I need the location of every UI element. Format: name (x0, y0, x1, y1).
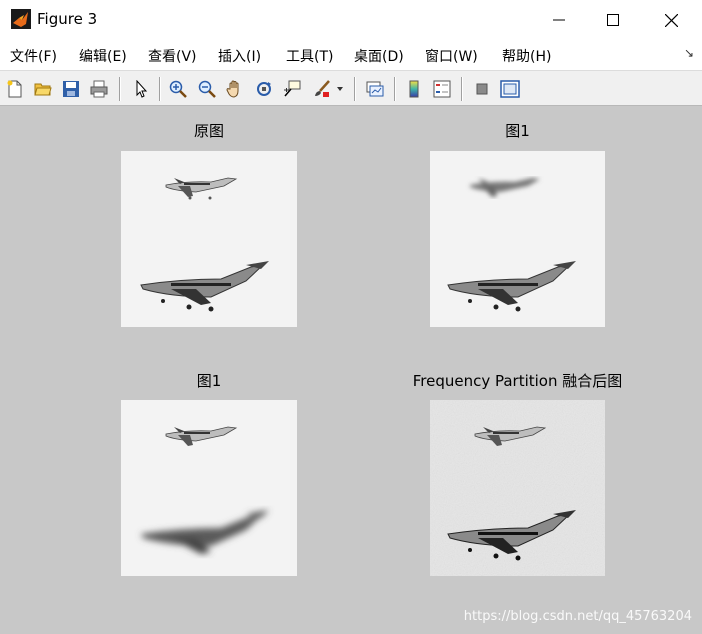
show-plot-tools-button[interactable] (499, 78, 521, 100)
menu-overflow-icon[interactable]: ↘ (684, 46, 694, 60)
toolbar-separator (119, 77, 121, 101)
subplot-title-focus-bottom: 图1 (505, 122, 530, 140)
subplot-original-image (121, 151, 297, 327)
brush-dropdown-button[interactable] (334, 78, 346, 100)
zoom-in-icon (169, 80, 187, 98)
data-cursor-button[interactable] (281, 78, 303, 100)
window-title: Figure 3 (37, 10, 98, 28)
brush-icon (315, 80, 330, 97)
pan-hand-icon (226, 80, 239, 98)
print-icon (90, 80, 108, 98)
new-figure-button[interactable] (4, 78, 26, 100)
menu-file[interactable]: 文件(F) (10, 46, 57, 66)
colorbar-icon (409, 80, 419, 98)
brush-dropdown-icon (337, 87, 343, 91)
rotate-3d-icon (257, 82, 271, 96)
subplot-fused-image (430, 400, 605, 576)
menu-desktop[interactable]: 桌面(D) (354, 46, 404, 66)
maximize-button[interactable] (590, 0, 636, 40)
zoom-in-button[interactable] (167, 78, 189, 100)
watermark-text: https://blog.csdn.net/qq_45763204 (463, 609, 692, 624)
open-file-button[interactable] (32, 78, 54, 100)
figure-canvas: 原图 图1 图1 Frequency Partition 融合后图 https:… (0, 106, 702, 634)
show-plot-tools-icon (500, 80, 520, 98)
toolbar-separator (394, 77, 396, 101)
edit-plot-arrow-icon (136, 80, 148, 98)
save-button[interactable] (60, 78, 82, 100)
menu-tools[interactable]: 工具(T) (286, 46, 333, 66)
subplot-focus-top-image (121, 400, 297, 576)
figure-toolbar (0, 70, 702, 106)
pan-button[interactable] (224, 78, 246, 100)
edit-plot-button[interactable] (130, 78, 152, 100)
data-cursor-icon (284, 80, 301, 97)
menu-window[interactable]: 窗口(W) (425, 46, 478, 66)
legend-button[interactable] (431, 78, 453, 100)
menu-bar: 文件(F) 编辑(E) 查看(V) 插入(I) 工具(T) 桌面(D) 窗口(W… (0, 40, 702, 70)
hide-plot-tools-icon (476, 83, 488, 95)
save-icon (63, 81, 79, 97)
brush-button[interactable] (311, 78, 333, 100)
menu-view[interactable]: 查看(V) (148, 46, 197, 66)
toolbar-separator (354, 77, 356, 101)
print-button[interactable] (88, 78, 110, 100)
subplot-title-original: 原图 (193, 122, 224, 140)
rotate-3d-button[interactable] (253, 78, 275, 100)
menu-edit[interactable]: 编辑(E) (79, 46, 127, 66)
close-button[interactable] (648, 0, 694, 40)
toolbar-separator (159, 77, 161, 101)
colorbar-button[interactable] (403, 78, 425, 100)
hide-plot-tools-button[interactable] (471, 78, 493, 100)
matlab-logo-icon (11, 9, 31, 29)
menu-insert[interactable]: 插入(I) (218, 46, 261, 66)
link-plot-button[interactable] (364, 78, 386, 100)
maximize-icon (607, 14, 619, 26)
minimize-button[interactable] (536, 0, 582, 40)
zoom-out-icon (198, 80, 216, 98)
open-file-icon (34, 83, 52, 96)
minimize-icon (553, 19, 565, 21)
new-figure-icon (7, 80, 22, 98)
subplot-focus-bottom-image (430, 151, 605, 327)
close-icon (664, 13, 678, 27)
subplot-title-fused: Frequency Partition 融合后图 (412, 372, 623, 390)
link-plot-icon (366, 81, 384, 97)
menu-help[interactable]: 帮助(H) (502, 46, 551, 66)
title-bar: Figure 3 (0, 0, 702, 40)
subplot-title-focus-top: 图1 (196, 372, 222, 390)
zoom-out-button[interactable] (196, 78, 218, 100)
legend-icon (433, 80, 451, 98)
toolbar-separator (461, 77, 463, 101)
